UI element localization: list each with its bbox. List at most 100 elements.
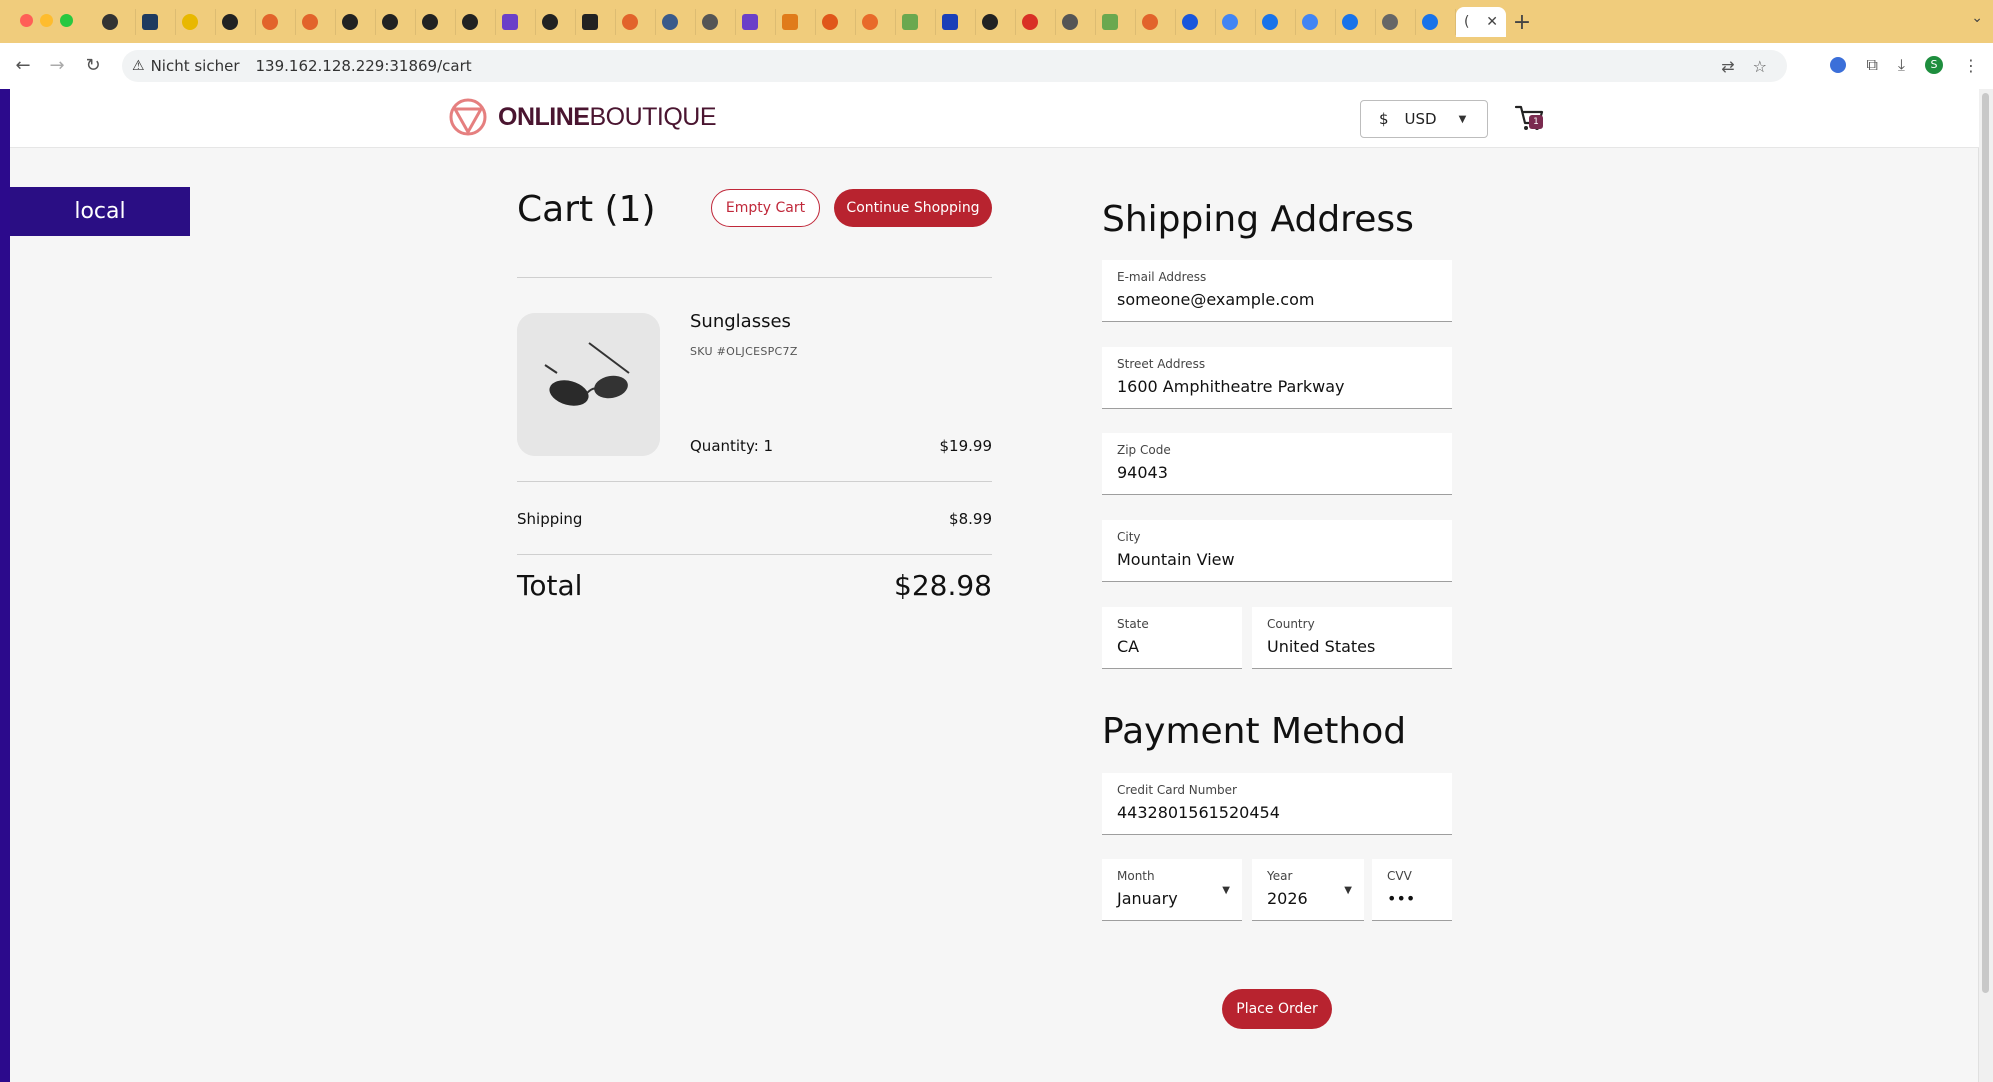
active-tab-label: ( [1464, 14, 1470, 30]
year-value: 2026 [1267, 889, 1308, 908]
bookmark-star-icon[interactable]: ☆ [1753, 57, 1767, 76]
street-address-value: 1600 Amphitheatre Parkway [1117, 377, 1345, 396]
github-icon [982, 14, 998, 30]
gitlab-icon [622, 14, 638, 30]
reload-icon[interactable]: ↻ [80, 53, 106, 79]
browser-tab[interactable] [376, 9, 416, 35]
browser-tab[interactable] [1216, 9, 1256, 35]
browser-tab[interactable] [1336, 9, 1376, 35]
minimize-window-button[interactable] [40, 14, 53, 27]
browser-tab[interactable] [416, 9, 456, 35]
cvv-field[interactable]: CVV ••• [1372, 859, 1452, 921]
browser-tab[interactable] [1176, 9, 1216, 35]
browser-tab[interactable] [256, 9, 296, 35]
browser-tab[interactable] [496, 9, 536, 35]
sunglasses-icon [517, 313, 660, 456]
address-bar[interactable]: ⚠ Nicht sicher 139.162.128.229:31869/car… [122, 50, 1787, 82]
city-field[interactable]: City Mountain View [1102, 520, 1452, 582]
browser-tab[interactable] [856, 9, 896, 35]
currency-select[interactable]: $ USD ▼ [1360, 100, 1488, 138]
site-logo[interactable]: ONLINEBOUTIQUE [448, 97, 717, 137]
browser-tab[interactable] [936, 9, 976, 35]
scrollbar-thumb[interactable] [1982, 93, 1989, 993]
continue-shopping-button[interactable]: Continue Shopping [834, 189, 992, 227]
tab-list-chevron-icon[interactable]: ⌄ [1971, 10, 1983, 26]
browser-tab[interactable] [736, 9, 776, 35]
tab-favicon-icon [142, 14, 158, 30]
logo-text-bold: ONLINE [498, 102, 590, 131]
place-order-button[interactable]: Place Order [1222, 989, 1332, 1029]
browser-tab[interactable] [456, 9, 496, 35]
shipping-label: Shipping [517, 510, 583, 528]
browser-tab[interactable] [216, 9, 256, 35]
credit-card-value: 4432801561520454 [1117, 803, 1280, 822]
browser-tab[interactable] [1056, 9, 1096, 35]
menu-kebab-icon[interactable]: ⋮ [1963, 56, 1979, 75]
street-address-field[interactable]: Street Address 1600 Amphitheatre Parkway [1102, 347, 1452, 409]
page-content: ONLINEBOUTIQUE $ USD ▼ 1 local Cart (1) … [0, 89, 1993, 1082]
credit-card-field[interactable]: Credit Card Number 4432801561520454 [1102, 773, 1452, 835]
browser-tab[interactable] [1136, 9, 1176, 35]
browser-tab[interactable] [816, 9, 856, 35]
maximize-window-button[interactable] [60, 14, 73, 27]
zip-code-field[interactable]: Zip Code 94043 [1102, 433, 1452, 495]
product-name[interactable]: Sunglasses [690, 311, 791, 332]
tab-favicon-icon [862, 14, 878, 30]
extension-icon[interactable] [1830, 57, 1847, 73]
divider [517, 554, 992, 555]
close-window-button[interactable] [20, 14, 33, 27]
logo-mark-icon [449, 98, 487, 136]
scrollbar[interactable] [1978, 89, 1993, 1082]
empty-cart-button[interactable]: Empty Cart [711, 189, 820, 227]
browser-tab[interactable] [576, 9, 616, 35]
new-tab-button[interactable]: + [1506, 10, 1538, 35]
browser-tab[interactable] [1376, 9, 1416, 35]
month-select[interactable]: Month January ▼ [1102, 859, 1242, 921]
browser-tab[interactable] [176, 9, 216, 35]
active-tab[interactable]: ( ✕ [1456, 7, 1506, 37]
tab-favicon-icon [1262, 14, 1278, 30]
browser-tab[interactable] [616, 9, 656, 35]
product-sku: SKU #OLJCESPC7Z [690, 345, 798, 358]
browser-tab[interactable] [896, 9, 936, 35]
browser-tab[interactable] [1016, 9, 1056, 35]
browser-tab[interactable] [536, 9, 576, 35]
browser-tab[interactable] [1296, 9, 1336, 35]
environment-stripe [0, 89, 10, 1082]
country-field[interactable]: Country United States [1252, 607, 1452, 669]
browser-tab[interactable] [776, 9, 816, 35]
chevron-down-icon: ▼ [1344, 885, 1352, 896]
browser-tab[interactable] [336, 9, 376, 35]
email-field[interactable]: E-mail Address someone@example.com [1102, 260, 1452, 322]
tab-favicon-icon [502, 14, 518, 30]
browser-tab[interactable] [1256, 9, 1296, 35]
browser-tab[interactable] [1096, 9, 1136, 35]
security-label: Nicht sicher [150, 57, 240, 75]
browser-tab[interactable] [96, 9, 136, 35]
browser-tab-bar: ( ✕ + ⌄ [0, 0, 1993, 43]
product-price: $19.99 [939, 437, 993, 455]
download-icon[interactable]: ⤓ [1898, 55, 1905, 75]
forward-arrow-icon[interactable]: → [44, 53, 70, 79]
github-icon [342, 14, 358, 30]
state-field[interactable]: State CA [1102, 607, 1242, 669]
extensions-puzzle-icon[interactable]: ⧉ [1866, 55, 1877, 75]
cvv-label: CVV [1387, 869, 1412, 883]
tab-favicon-icon [582, 14, 598, 30]
environment-badge: local [10, 187, 190, 236]
year-select[interactable]: Year 2026 ▼ [1252, 859, 1364, 921]
browser-tab[interactable] [136, 9, 176, 35]
browser-tab[interactable] [696, 9, 736, 35]
browser-tab[interactable] [976, 9, 1016, 35]
translate-icon[interactable]: ⇄ [1721, 57, 1734, 76]
back-arrow-icon[interactable]: ← [10, 53, 36, 79]
browser-tab[interactable] [1416, 9, 1456, 35]
month-label: Month [1117, 869, 1155, 883]
browser-tab[interactable] [656, 9, 696, 35]
close-tab-icon[interactable]: ✕ [1486, 14, 1498, 30]
cart-count-badge: 1 [1529, 115, 1543, 129]
product-image[interactable] [517, 313, 660, 456]
github-icon [542, 14, 558, 30]
browser-tab[interactable] [296, 9, 336, 35]
profile-avatar[interactable]: S [1925, 56, 1943, 74]
